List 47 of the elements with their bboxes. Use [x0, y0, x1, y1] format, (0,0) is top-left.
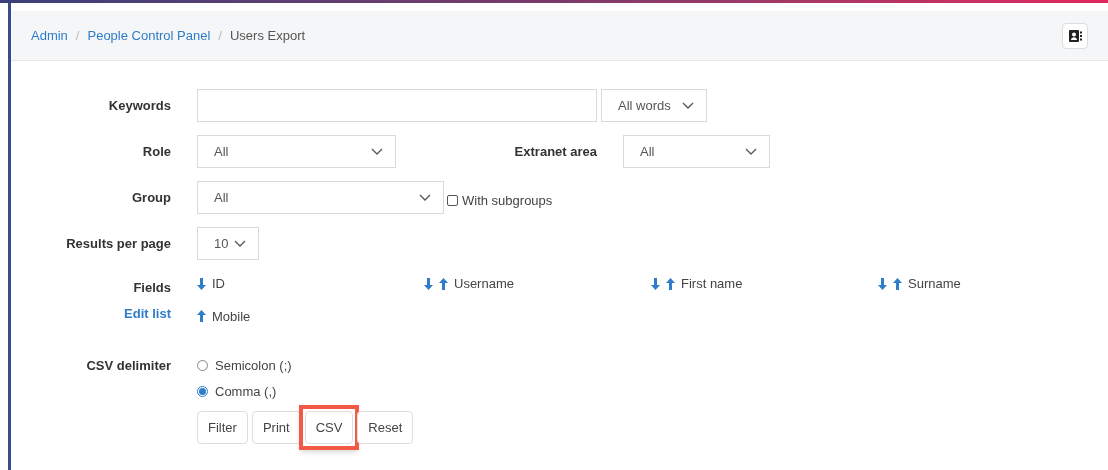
keywords-input[interactable] [197, 89, 597, 122]
arrow-up-icon[interactable] [666, 277, 675, 290]
breadcrumb-link[interactable]: Admin [31, 25, 68, 46]
contact-book-button[interactable] [1062, 22, 1088, 49]
edit-list-link[interactable]: Edit list [124, 303, 171, 323]
action-button[interactable]: Reset [357, 411, 414, 444]
checkbox-label: With subgroups [462, 191, 553, 210]
match-mode-select[interactable]: All words [601, 89, 707, 122]
radio-label: Comma (,) [215, 382, 277, 401]
group-select[interactable]: All [197, 181, 444, 214]
field-label: Fields [133, 279, 171, 297]
breadcrumb-separator: / [218, 26, 222, 45]
checkbox[interactable] [447, 195, 458, 206]
field-name: Surname [908, 275, 961, 293]
field-name: First name [681, 275, 743, 293]
chevron-down-icon [419, 193, 431, 202]
breadcrumb-separator: / [75, 26, 80, 45]
chevron-down-icon [682, 101, 694, 110]
field-name: Mobile [212, 307, 251, 326]
role-select[interactable]: All [197, 135, 396, 168]
field-label: Group [132, 188, 171, 207]
arrow-down-icon[interactable] [424, 277, 433, 290]
results-per-page-select[interactable]: 10 [197, 227, 259, 260]
arrow-up-icon[interactable] [893, 277, 902, 290]
action-button[interactable]: CSV [304, 411, 354, 444]
arrow-down-icon[interactable] [197, 277, 206, 290]
chevron-down-icon [234, 239, 246, 248]
breadcrumb-link[interactable]: People Control Panel [87, 25, 211, 46]
extranet-area-select[interactable]: All [623, 135, 770, 168]
breadcrumb-current: Users Export [229, 26, 306, 45]
contact-book-icon [1068, 28, 1082, 43]
radio-label: Semicolon (;) [215, 357, 292, 375]
field-name: Username [454, 275, 514, 293]
action-button[interactable]: Print [251, 411, 301, 444]
field-label: Role [142, 142, 171, 161]
field-label: Extranet area [514, 142, 597, 161]
chevron-down-icon [745, 147, 757, 156]
arrow-up-icon[interactable] [439, 277, 448, 290]
action-button[interactable]: Filter [197, 411, 248, 444]
field-name: ID [212, 275, 225, 293]
arrow-down-icon[interactable] [878, 277, 887, 290]
field-label: CSV delimiter [86, 357, 171, 375]
field-label: Results per page [66, 234, 171, 253]
arrow-down-icon[interactable] [651, 277, 660, 290]
chevron-down-icon [371, 147, 383, 156]
arrow-up-icon[interactable] [197, 310, 206, 323]
field-label: Keywords [108, 96, 171, 115]
